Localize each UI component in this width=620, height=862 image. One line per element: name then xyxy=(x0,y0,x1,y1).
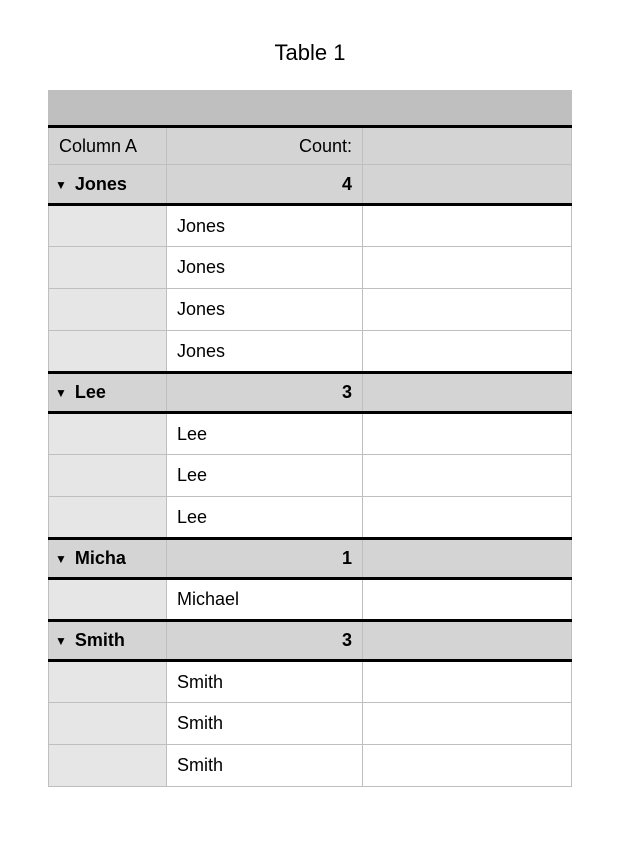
data-cell-b[interactable]: Lee xyxy=(167,497,363,539)
group-count-cell: 4 xyxy=(167,165,363,205)
data-cell-b[interactable]: Smith xyxy=(167,703,363,745)
data-cell-b[interactable]: Jones xyxy=(167,205,363,247)
data-cell-b[interactable]: Michael xyxy=(167,579,363,621)
table-row: Jones xyxy=(49,205,572,247)
table-header-row: Column A Count: xyxy=(49,127,572,165)
disclosure-triangle-icon[interactable]: ▼ xyxy=(55,178,67,192)
data-cell-b[interactable]: Jones xyxy=(167,331,363,373)
group-row[interactable]: ▼ Micha 1 xyxy=(49,539,572,579)
data-cell-b[interactable]: Lee xyxy=(167,455,363,497)
data-cell-c[interactable] xyxy=(363,413,572,455)
group-empty-cell xyxy=(363,165,572,205)
data-cell-a[interactable] xyxy=(49,579,167,621)
disclosure-triangle-icon[interactable]: ▼ xyxy=(55,386,67,400)
group-name-label: Micha xyxy=(75,548,126,568)
group-count-cell: 1 xyxy=(167,539,363,579)
data-cell-a[interactable] xyxy=(49,703,167,745)
data-cell-c[interactable] xyxy=(363,703,572,745)
data-cell-a[interactable] xyxy=(49,205,167,247)
data-cell-b[interactable]: Smith xyxy=(167,661,363,703)
table-row: Jones xyxy=(49,331,572,373)
table-row: Lee xyxy=(49,413,572,455)
data-cell-a[interactable] xyxy=(49,661,167,703)
table-row: Smith xyxy=(49,661,572,703)
data-cell-a[interactable] xyxy=(49,745,167,787)
group-count-cell: 3 xyxy=(167,621,363,661)
table-row: Lee xyxy=(49,455,572,497)
table-row: Jones xyxy=(49,247,572,289)
data-cell-c[interactable] xyxy=(363,455,572,497)
data-cell-c[interactable] xyxy=(363,247,572,289)
group-empty-cell xyxy=(363,373,572,413)
data-cell-b[interactable]: Lee xyxy=(167,413,363,455)
header-column-a: Column A xyxy=(49,127,167,165)
group-empty-cell xyxy=(363,621,572,661)
table-top-bar xyxy=(49,91,572,127)
table-row: Smith xyxy=(49,745,572,787)
table-row: Lee xyxy=(49,497,572,539)
topbar-cell xyxy=(363,91,572,127)
table-row: Smith xyxy=(49,703,572,745)
group-name-cell[interactable]: ▼ Micha xyxy=(49,539,167,579)
table-row: Jones xyxy=(49,289,572,331)
data-cell-a[interactable] xyxy=(49,247,167,289)
data-cell-c[interactable] xyxy=(363,745,572,787)
data-cell-c[interactable] xyxy=(363,579,572,621)
group-empty-cell xyxy=(363,539,572,579)
group-row[interactable]: ▼ Lee 3 xyxy=(49,373,572,413)
data-cell-b[interactable]: Smith xyxy=(167,745,363,787)
group-name-cell[interactable]: ▼ Lee xyxy=(49,373,167,413)
data-cell-a[interactable] xyxy=(49,289,167,331)
group-name-label: Jones xyxy=(75,174,127,194)
group-name-cell[interactable]: ▼ Jones xyxy=(49,165,167,205)
disclosure-triangle-icon[interactable]: ▼ xyxy=(55,634,67,648)
group-name-label: Lee xyxy=(75,382,106,402)
data-cell-c[interactable] xyxy=(363,661,572,703)
data-cell-a[interactable] xyxy=(49,413,167,455)
disclosure-triangle-icon[interactable]: ▼ xyxy=(55,552,67,566)
group-name-cell[interactable]: ▼ Smith xyxy=(49,621,167,661)
data-cell-b[interactable]: Jones xyxy=(167,289,363,331)
data-cell-a[interactable] xyxy=(49,331,167,373)
data-cell-b[interactable]: Jones xyxy=(167,247,363,289)
group-name-label: Smith xyxy=(75,630,125,650)
table-title: Table 1 xyxy=(48,40,572,66)
topbar-cell xyxy=(49,91,167,127)
topbar-cell xyxy=(167,91,363,127)
group-count-cell: 3 xyxy=(167,373,363,413)
header-column-c xyxy=(363,127,572,165)
data-cell-a[interactable] xyxy=(49,455,167,497)
data-cell-c[interactable] xyxy=(363,289,572,331)
data-cell-a[interactable] xyxy=(49,497,167,539)
data-cell-c[interactable] xyxy=(363,497,572,539)
header-count-label: Count: xyxy=(167,127,363,165)
group-row[interactable]: ▼ Smith 3 xyxy=(49,621,572,661)
data-cell-c[interactable] xyxy=(363,331,572,373)
table-row: Michael xyxy=(49,579,572,621)
data-table: Column A Count: ▼Jones4JonesJonesJonesJo… xyxy=(48,90,572,787)
group-row[interactable]: ▼ Jones 4 xyxy=(49,165,572,205)
data-cell-c[interactable] xyxy=(363,205,572,247)
